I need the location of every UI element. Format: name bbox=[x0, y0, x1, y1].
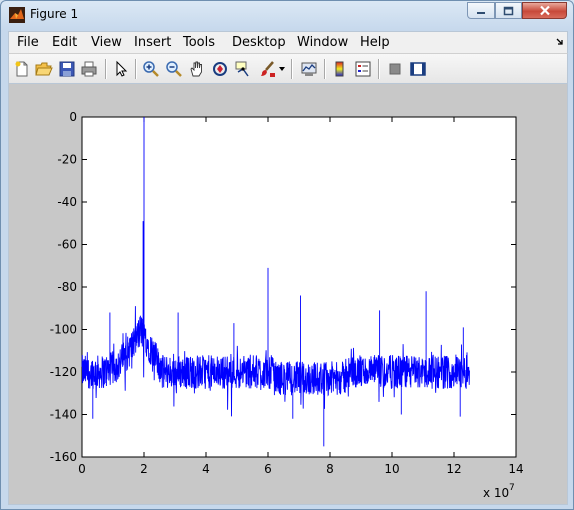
x-tick-label: 12 bbox=[446, 462, 461, 476]
x-tick-label: 8 bbox=[326, 462, 334, 476]
y-tick-label: -20 bbox=[57, 153, 77, 167]
x-tick-label: 14 bbox=[508, 462, 523, 476]
y-tick-label: -140 bbox=[50, 408, 77, 422]
x-multiplier-label: x 10 bbox=[483, 486, 509, 500]
y-tick-label: -120 bbox=[50, 365, 77, 379]
x-tick-label: 0 bbox=[78, 462, 86, 476]
x-tick-label: 2 bbox=[140, 462, 148, 476]
x-tick-label: 4 bbox=[202, 462, 210, 476]
x-tick-label: 6 bbox=[264, 462, 272, 476]
y-tick-label: -100 bbox=[50, 323, 77, 337]
y-tick-label: -60 bbox=[57, 238, 77, 252]
y-tick-label: -40 bbox=[57, 195, 77, 209]
y-tick-label: -80 bbox=[57, 280, 77, 294]
plot-layer: 0 2 4 6 8 10 12 14 0 -20 -40 -60 -80 -100 -120 -140 -160… bbox=[50, 110, 524, 500]
axes-background[interactable] bbox=[81, 116, 517, 458]
y-tick-label: 0 bbox=[69, 110, 77, 124]
y-tick-label: -160 bbox=[50, 450, 77, 464]
x-tick-label: 10 bbox=[384, 462, 399, 476]
x-multiplier-exponent: 7 bbox=[509, 483, 515, 493]
